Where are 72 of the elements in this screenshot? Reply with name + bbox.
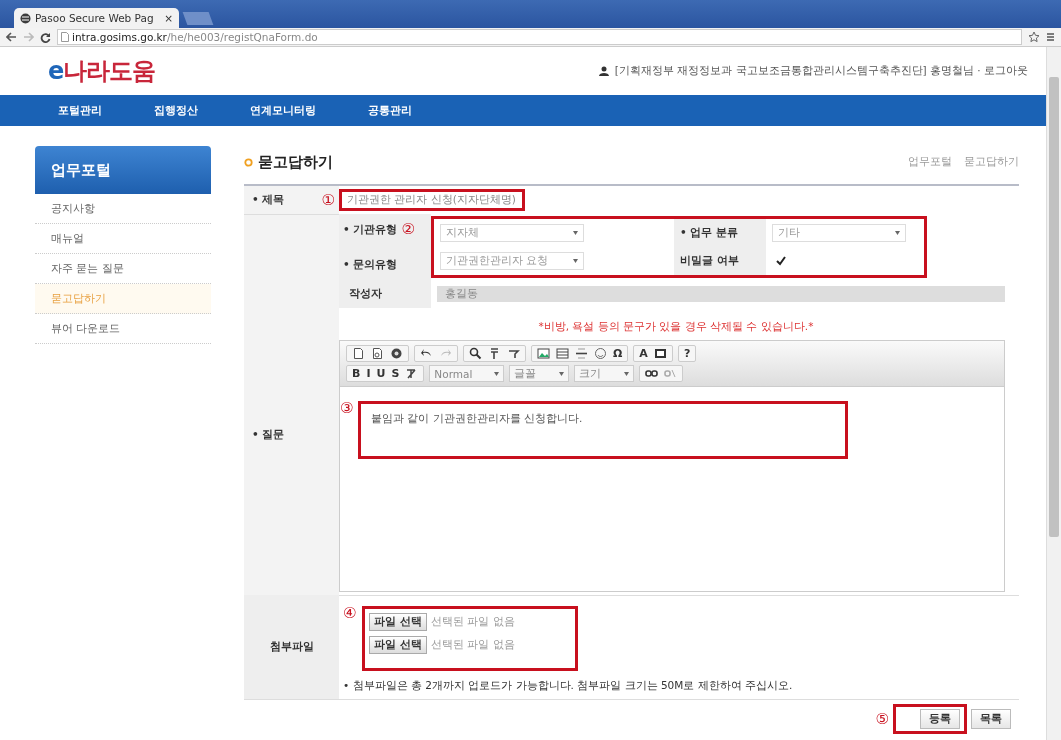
list-button[interactable]: 목록 [971, 709, 1011, 729]
file-status: 선택된 파일 없음 [431, 638, 515, 652]
site-logo[interactable]: e나라도움 [48, 55, 156, 87]
search-icon[interactable] [469, 347, 482, 360]
reload-icon[interactable] [40, 31, 51, 43]
register-button[interactable]: 등록 [920, 709, 960, 729]
checkmark-icon[interactable] [776, 256, 786, 266]
user-icon [598, 66, 609, 76]
field-label: 첨부파일 [269, 640, 314, 654]
file-status: 선택된 파일 없음 [431, 615, 515, 629]
user-info: [기획재정부 재정정보과 국고보조금통합관리시스템구축추진단] 홍명철님 · 로그아웃 [614, 64, 1028, 78]
back-icon[interactable] [6, 32, 17, 42]
annotation-number: ③ [340, 399, 354, 417]
field-label: • 기관유형 [343, 222, 398, 237]
field-label: 비밀글 여부 [680, 254, 739, 268]
clear-format-icon[interactable] [405, 367, 419, 380]
new-page-icon[interactable] [352, 347, 365, 360]
page-icon [61, 32, 69, 42]
sidebar-item[interactable]: 뷰어 다운로드 [35, 314, 211, 344]
nav-menu-item[interactable]: 공통관리 [368, 99, 412, 122]
annotation-number: ⑤ [875, 711, 889, 727]
notice-text: *비방, 욕설 등의 문구가 있을 경우 삭제될 수 있습니다.* [537, 319, 815, 334]
author-field: 홍길동 [437, 286, 1005, 302]
preview-icon[interactable] [371, 347, 384, 360]
field-label: • 문의유형 [343, 257, 398, 272]
toolbar-button[interactable]: U [376, 367, 386, 380]
page-title: 묻고답하기 [258, 152, 333, 172]
sidebar-item[interactable]: 공지사항 [35, 194, 211, 224]
dropdown-arrow-icon [573, 259, 578, 263]
smiley-icon[interactable] [594, 347, 607, 360]
nav-menu-item[interactable]: 집행정산 [154, 99, 198, 122]
toolbar-button[interactable]: S [391, 367, 400, 380]
globe-icon [20, 12, 31, 24]
field-label: • 제목 [252, 193, 285, 207]
toolbar-button[interactable]: Ω [613, 347, 623, 360]
toolbar-button[interactable]: I [366, 367, 371, 380]
image-icon[interactable] [537, 347, 550, 360]
link-icon[interactable] [645, 367, 659, 380]
horizontal-line-icon[interactable] [575, 347, 588, 360]
nav-menu-item[interactable]: 연계모니터링 [250, 99, 316, 122]
annotation-number: ② [401, 222, 415, 237]
toolbar-dropdown[interactable]: 글꼴 [509, 365, 570, 382]
toolbar-dropdown[interactable]: 크기 [574, 365, 635, 382]
file-select-button[interactable]: 파일 선택 [369, 636, 428, 654]
dropdown-arrow-icon [559, 371, 565, 376]
browser-tab[interactable]: Pasoo Secure Web Pag × [14, 8, 179, 28]
table-icon[interactable] [556, 347, 569, 360]
nav-menu-item[interactable]: 포털관리 [58, 99, 102, 122]
dropdown-arrow-icon [624, 371, 630, 376]
toolbar-button[interactable]: B [352, 367, 361, 380]
address-bar[interactable]: intra.gosims.go.kr/he/he003/registQnaForm.do [57, 29, 1022, 45]
menu-icon[interactable] [1046, 32, 1055, 42]
close-tab-button[interactable]: × [164, 12, 173, 24]
field-label: • 질문 [252, 428, 285, 442]
toolbar-button[interactable]: A [639, 347, 648, 360]
annotation-number: ① [321, 192, 335, 208]
sidebar-header: 업무포털 [35, 146, 211, 194]
breadcrumb-item: 묻고답하기 [964, 155, 1019, 169]
sidebar-item[interactable]: 매뉴얼 [35, 224, 211, 254]
field-label: 작성자 [349, 287, 382, 301]
field-label: • 업무 분류 [680, 226, 739, 240]
star-icon[interactable] [1028, 31, 1040, 43]
toolbar-dropdown[interactable]: Normal [429, 365, 505, 382]
dropdown-arrow-icon [895, 231, 900, 235]
scrollbar-thumb[interactable] [1049, 77, 1059, 537]
dropdown-arrow-icon [573, 231, 578, 235]
annotation-number: ④ [343, 606, 357, 621]
attachment-note: • 첨부파일은 총 2개까지 업로드가 가능합니다. 첨부파일 크기는 50M로 제한하여 주십시오. [342, 678, 794, 693]
editor-content[interactable]: 붙임과 같이 기관권한관리자를 신청합니다. [358, 401, 848, 459]
bullet-icon [244, 157, 253, 167]
file-select-button[interactable]: 파일 선택 [369, 613, 428, 631]
dropdown-arrow-icon [494, 371, 500, 376]
